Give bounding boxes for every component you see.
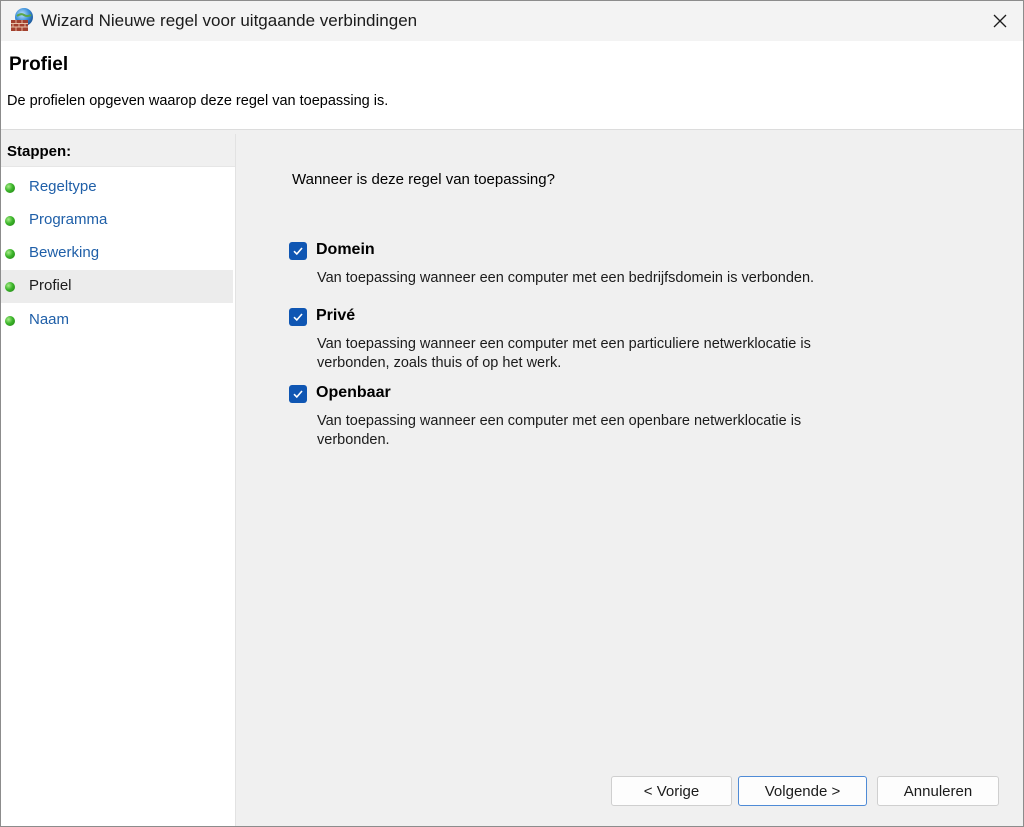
green-dot-icon: [5, 316, 15, 326]
step-profiel[interactable]: Profiel: [1, 270, 233, 303]
step-label: Profiel: [29, 277, 72, 294]
step-label: Regeltype: [29, 178, 97, 195]
question-label: Wanneer is deze regel van toepassing?: [292, 171, 555, 188]
steps-heading-label: Stappen:: [7, 143, 72, 160]
steps-heading: Stappen:: [1, 134, 235, 167]
green-dot-icon: [5, 282, 15, 292]
checkmark-icon: [293, 313, 303, 322]
main-panel: Wanneer is deze regel van toepassing? Do…: [237, 130, 1023, 826]
next-button[interactable]: Volgende >: [738, 776, 867, 806]
wizard-window: Wizard Nieuwe regel voor uitgaande verbi…: [0, 0, 1024, 827]
title-bar: Wizard Nieuwe regel voor uitgaande verbi…: [1, 1, 1023, 41]
checkmark-icon: [293, 390, 303, 399]
step-regeltype[interactable]: Regeltype: [1, 171, 233, 204]
option-description: Van toepassing wanneer een computer met …: [317, 270, 815, 286]
option-title: Privé: [316, 307, 356, 324]
step-naam[interactable]: Naam: [1, 304, 233, 337]
option-description: Van toepassing wanneer een computer met …: [317, 413, 802, 448]
green-dot-icon: [5, 249, 15, 259]
green-dot-icon: [5, 216, 15, 226]
page-title: Profiel: [9, 54, 69, 75]
step-label: Naam: [29, 311, 70, 328]
cancel-button[interactable]: Annuleren: [877, 776, 999, 806]
step-bewerking[interactable]: Bewerking: [1, 237, 233, 270]
checkmark-icon: [293, 247, 303, 256]
prive-checkbox[interactable]: [289, 308, 307, 326]
close-icon: [993, 14, 1007, 28]
wizard-header: Profiel De profielen opgeven waarop deze…: [1, 41, 1023, 130]
page-subtitle: De profielen opgeven waarop deze regel v…: [7, 93, 389, 109]
wizard-body: Stappen: Regeltype Programma Bewerking P…: [1, 130, 1023, 826]
option-title: Openbaar: [316, 384, 391, 401]
steps-sidebar: Stappen: Regeltype Programma Bewerking P…: [1, 134, 236, 826]
step-programma[interactable]: Programma: [1, 204, 233, 237]
close-button[interactable]: [977, 1, 1023, 41]
window-title: Wizard Nieuwe regel voor uitgaande verbi…: [41, 11, 418, 30]
option-title: Domein: [316, 241, 375, 258]
step-label: Bewerking: [29, 244, 100, 261]
option-description: Van toepassing wanneer een computer met …: [317, 336, 811, 371]
firewall-globe-icon: [11, 8, 33, 31]
domein-checkbox[interactable]: [289, 242, 307, 260]
back-button[interactable]: < Vorige: [611, 776, 732, 806]
openbaar-checkbox[interactable]: [289, 385, 307, 403]
green-dot-icon: [5, 183, 15, 193]
step-label: Programma: [29, 211, 108, 228]
